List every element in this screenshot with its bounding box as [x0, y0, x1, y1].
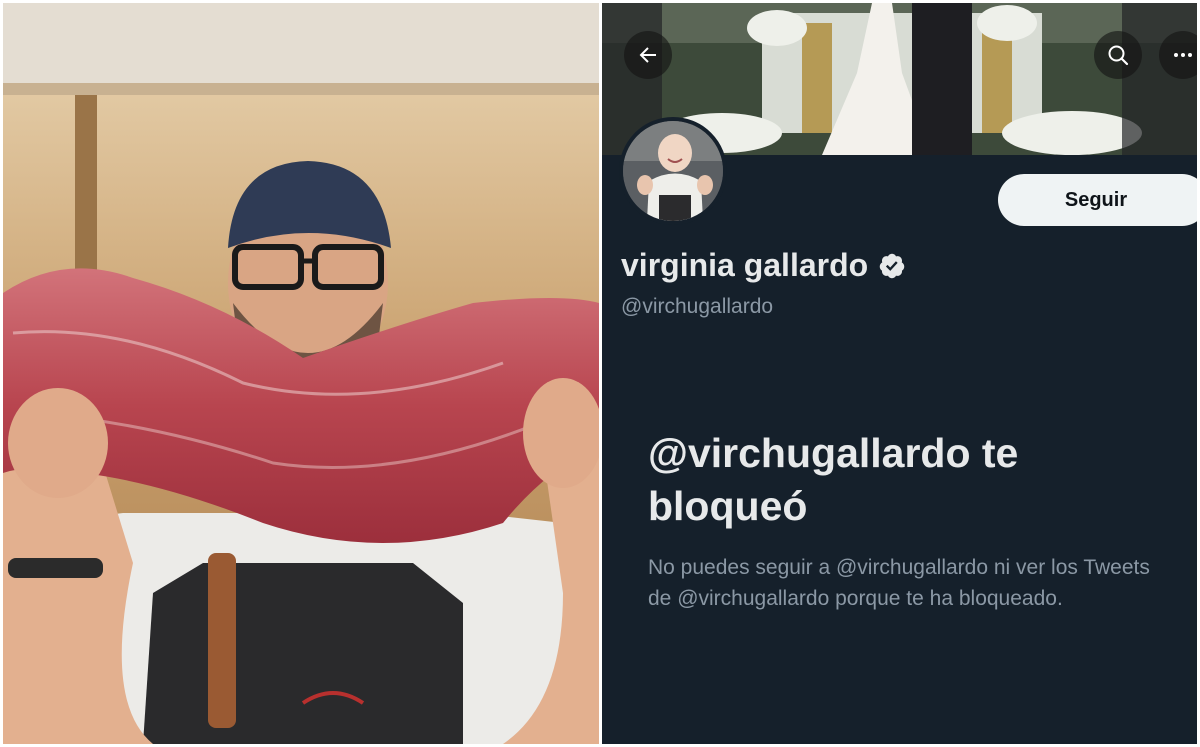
search-icon [1108, 45, 1129, 66]
blocked-title: @virchugallardo te bloqueó [648, 430, 1019, 529]
twitter-profile-screen: Seguir virginia gallardo @virchugallardo… [602, 3, 1197, 744]
back-button[interactable] [624, 31, 672, 79]
profile-handle: @virchugallardo [621, 295, 774, 318]
search-button[interactable] [1094, 31, 1142, 79]
profile-display-name: virginia gallardo [621, 247, 906, 284]
arrow-left-icon [639, 47, 656, 63]
verified-badge-icon [879, 253, 905, 278]
man-holding-meat-photo [3, 3, 599, 744]
display-name-text: virginia gallardo [621, 247, 869, 283]
profile-avatar[interactable] [619, 117, 727, 225]
blocked-description: No puedes seguir a @virchugallardo ni ve… [648, 556, 1150, 610]
more-horizontal-icon [1174, 53, 1192, 57]
follow-button[interactable]: Seguir [998, 174, 1197, 226]
